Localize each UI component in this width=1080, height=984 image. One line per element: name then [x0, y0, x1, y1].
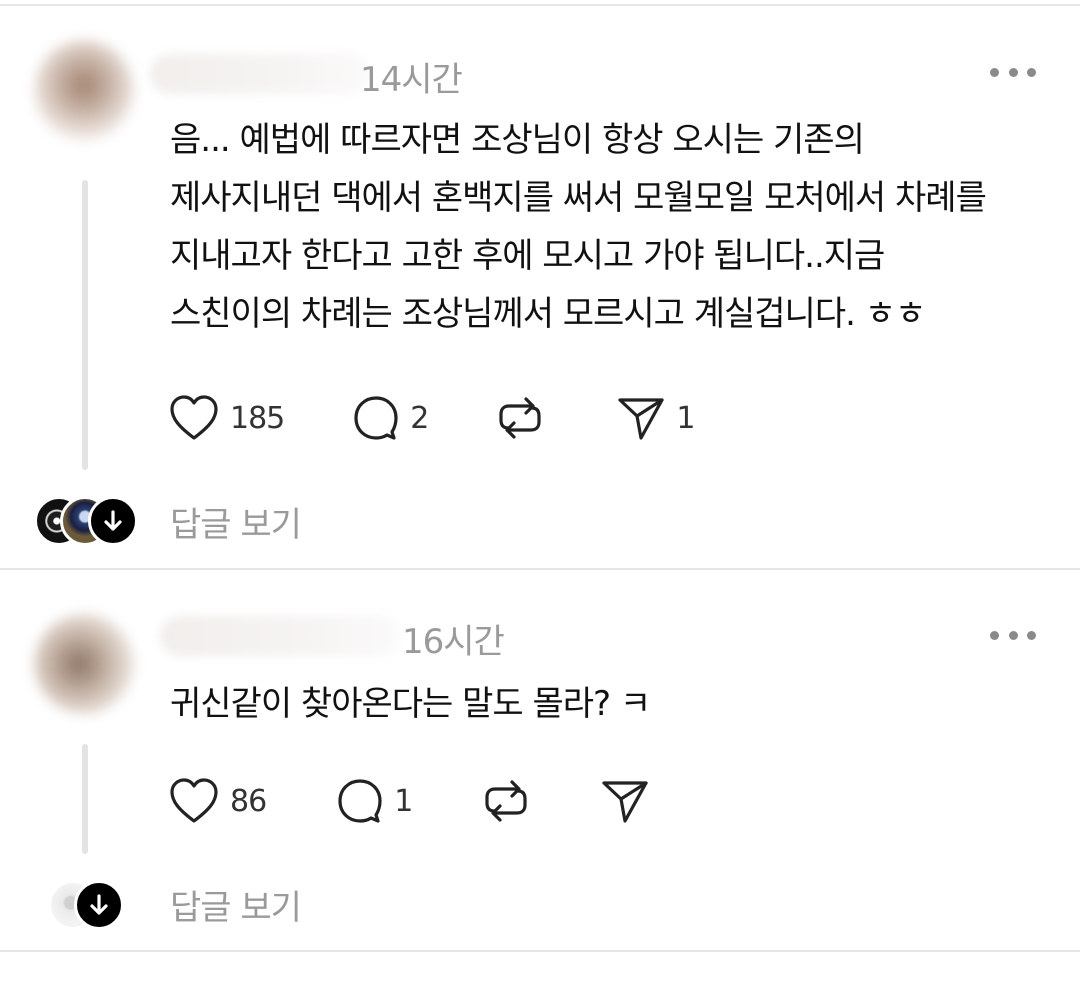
threads-comment-list: 14시간 음... 예법에 따르자면 조상님이 항상 오시는 기존의 제사지내던…	[0, 0, 1080, 984]
reply-preview-row[interactable]	[34, 878, 124, 930]
share-button[interactable]: 1	[616, 394, 695, 442]
comment-line: 제사지내던 댁에서 혼백지를 써서 모월모일 모처에서 차례를	[170, 178, 987, 218]
share-count: 1	[676, 400, 695, 436]
author-avatar[interactable]	[34, 614, 134, 714]
reply-button[interactable]: 2	[352, 394, 429, 442]
action-bar: 86 1	[168, 773, 660, 829]
reply-avatars	[34, 880, 124, 930]
reply-button[interactable]: 1	[336, 777, 413, 825]
thread-line	[82, 744, 88, 854]
comment-line: 스친이의 차례는 조상님께서 모르시고 계실겁니다. ㅎㅎ	[170, 294, 926, 334]
view-replies-link[interactable]: 답글 보기	[170, 497, 302, 546]
repost-button[interactable]	[496, 394, 544, 442]
comment-icon	[354, 396, 398, 440]
comment-body: 음... 예법에 따르자면 조상님이 항상 오시는 기존의 제사지내던 댁에서 …	[170, 111, 1050, 343]
arrow-down-icon[interactable]	[74, 880, 124, 930]
comment-line: 음... 예법에 따르자면 조상님이 항상 오시는 기존의	[170, 120, 865, 160]
post-time: 14시간	[360, 60, 463, 100]
author-name-redacted[interactable]	[150, 54, 370, 94]
repost-icon	[499, 397, 541, 439]
like-count: 185	[230, 400, 285, 436]
comment-body: 귀신같이 찾아온다는 말도 몰라? ㅋ	[170, 675, 1050, 733]
thread-line	[82, 180, 88, 470]
comment-line: 귀신같이 찾아온다는 말도 몰라? ㅋ	[170, 684, 651, 724]
reply-count: 2	[410, 400, 429, 436]
author-avatar[interactable]	[34, 40, 134, 140]
author-name-redacted[interactable]	[160, 616, 400, 656]
like-button[interactable]: 185	[168, 394, 285, 442]
view-replies-link[interactable]: 답글 보기	[170, 880, 302, 929]
send-icon	[618, 398, 664, 440]
like-count: 86	[230, 783, 267, 819]
post-time: 16시간	[402, 622, 505, 662]
heart-icon	[170, 778, 218, 823]
action-bar: 185 2 1	[168, 390, 695, 446]
arrow-down-icon[interactable]	[88, 496, 138, 546]
repost-button[interactable]	[482, 777, 530, 825]
like-button[interactable]: 86	[168, 777, 267, 825]
comment-line: 지내고자 한다고 고한 후에 모시고 가야 됩니다..지금	[170, 236, 885, 276]
comment-divider	[0, 568, 1080, 570]
more-icon[interactable]	[990, 629, 1036, 641]
more-icon[interactable]	[990, 66, 1036, 78]
reply-avatars	[34, 496, 144, 546]
bottom-divider	[0, 950, 1080, 952]
comment-icon	[338, 779, 382, 823]
reply-count: 1	[394, 783, 413, 819]
share-button[interactable]	[600, 777, 660, 825]
send-icon	[602, 781, 648, 823]
reply-preview-row[interactable]	[34, 494, 144, 546]
top-divider	[0, 4, 1080, 6]
repost-icon	[485, 780, 527, 822]
heart-icon	[170, 395, 218, 440]
